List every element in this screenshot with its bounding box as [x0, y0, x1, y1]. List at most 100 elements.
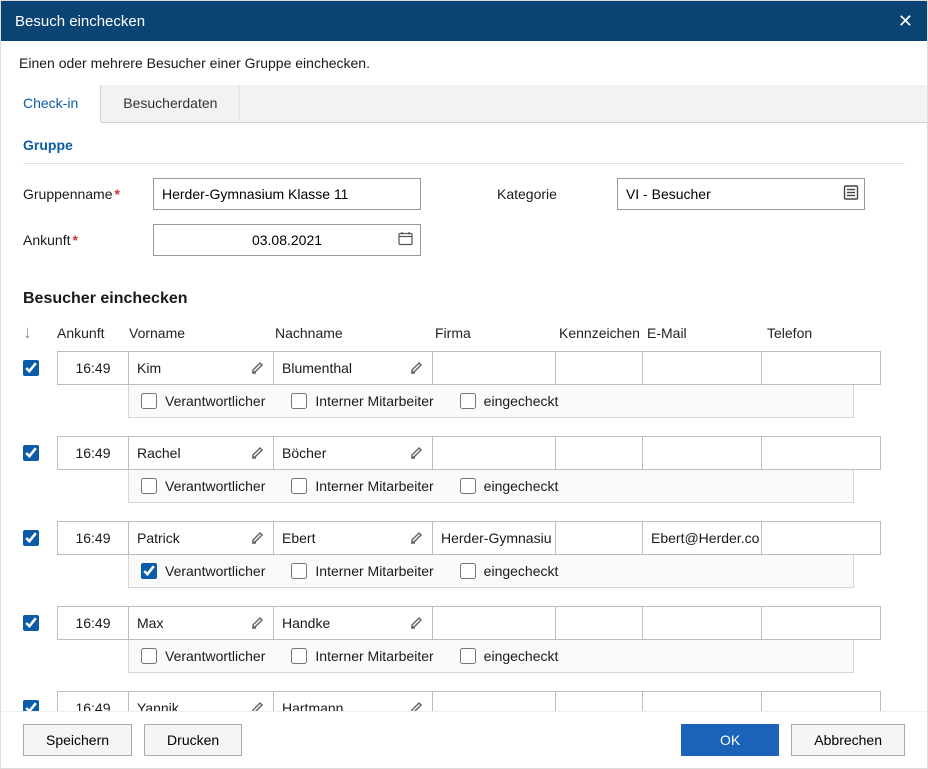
print-button[interactable]: Drucken [144, 724, 242, 756]
cell-company[interactable] [432, 436, 556, 470]
col-plate[interactable]: Kennzeichen [559, 325, 647, 341]
cell-phone[interactable] [761, 606, 881, 640]
select-category[interactable] [617, 178, 865, 210]
close-icon[interactable]: ✕ [898, 12, 913, 30]
dialog-scroll-pane[interactable]: Einen oder mehrere Besucher einer Gruppe… [1, 41, 927, 711]
col-company[interactable]: Firma [435, 325, 559, 341]
row-select-checkbox[interactable] [23, 445, 39, 461]
row-select-cell [23, 351, 57, 385]
checkbox-checkedin[interactable]: eingecheckt [460, 478, 559, 494]
dialog-footer: Speichern Drucken OK Abbrechen [1, 711, 927, 768]
checkbox-checkedin[interactable]: eingecheckt [460, 648, 559, 664]
cell-company[interactable] [432, 606, 556, 640]
checkbox-checkedin[interactable]: eingecheckt [460, 563, 559, 579]
checkbox-responsible[interactable]: Verantwortlicher [141, 393, 265, 409]
cell-phone[interactable] [761, 521, 881, 555]
checkbox-responsible[interactable]: Verantwortlicher [141, 648, 265, 664]
cell-plate[interactable] [555, 351, 643, 385]
cell-arrival[interactable]: 16:49 [57, 351, 129, 385]
cell-firstname[interactable]: Kim [128, 351, 274, 385]
row-arrival: Ankunft* [23, 224, 905, 256]
cell-firstname[interactable]: Rachel [128, 436, 274, 470]
col-email[interactable]: E-Mail [647, 325, 767, 341]
cell-lastname[interactable]: Blumenthal [273, 351, 433, 385]
edit-icon [251, 615, 265, 632]
cell-lastname[interactable]: Böcher [273, 436, 433, 470]
cell-firstname[interactable]: Max [128, 606, 274, 640]
dialog-title: Besuch einchecken [15, 13, 145, 30]
checkbox-internal[interactable]: Interner Mitarbeiter [291, 563, 433, 579]
checkbox-internal[interactable]: Interner Mitarbeiter [291, 648, 433, 664]
tab-checkin[interactable]: Check-in [1, 85, 101, 123]
cancel-button[interactable]: Abbrechen [791, 724, 905, 756]
sort-indicator[interactable]: ↓ [23, 322, 57, 343]
row-select-checkbox[interactable] [23, 700, 39, 711]
edit-icon [251, 700, 265, 712]
cell-plate[interactable] [555, 436, 643, 470]
cell-lastname[interactable]: Hartmann [273, 691, 433, 711]
tab-strip: Check-in Besucherdaten [1, 85, 927, 123]
cell-lastname[interactable]: Ebert [273, 521, 433, 555]
visitor-main-row: 16:49PatrickEbertHerder-Gymnasiu Ebert@He… [23, 521, 905, 555]
row-select-cell [23, 521, 57, 555]
row-select-cell [23, 691, 57, 711]
row-select-checkbox[interactable] [23, 615, 39, 631]
cell-plate[interactable] [555, 521, 643, 555]
dialog-content: Einen oder mehrere Besucher einer Gruppe… [1, 41, 927, 711]
checkbox-internal[interactable]: Interner Mitarbeiter [291, 478, 433, 494]
cell-company[interactable] [432, 351, 556, 385]
visitor-row: 16:49RachelBöcher Verantwortlicher Interne… [23, 436, 905, 503]
checkbox-responsible[interactable]: Verantwortlicher [141, 563, 265, 579]
checkbox-internal[interactable]: Interner Mitarbeiter [291, 393, 433, 409]
cell-arrival[interactable]: 16:49 [57, 521, 129, 555]
cell-arrival[interactable]: 16:49 [57, 606, 129, 640]
cell-email[interactable] [642, 351, 762, 385]
visitor-main-row: 16:49MaxHandke [23, 606, 905, 640]
cell-arrival[interactable]: 16:49 [57, 436, 129, 470]
cell-plate[interactable] [555, 691, 643, 711]
cell-email[interactable] [642, 606, 762, 640]
input-arrival-date[interactable] [153, 224, 421, 256]
cell-company[interactable]: Herder-Gymnasiu [432, 521, 556, 555]
row-select-checkbox[interactable] [23, 360, 39, 376]
cell-email[interactable] [642, 436, 762, 470]
select-category-wrap [617, 178, 865, 210]
visitor-main-row: 16:49KimBlumenthal [23, 351, 905, 385]
edit-icon [251, 445, 265, 462]
required-marker: * [115, 186, 120, 202]
cell-email[interactable] [642, 691, 762, 711]
col-phone[interactable]: Telefon [767, 325, 887, 341]
edit-icon [251, 530, 265, 547]
col-lastname[interactable]: Nachname [275, 325, 435, 341]
input-groupname[interactable] [153, 178, 421, 210]
tab-visitor-data[interactable]: Besucherdaten [101, 85, 240, 122]
col-arrival[interactable]: Ankunft [57, 325, 129, 341]
checkbox-responsible[interactable]: Verantwortlicher [141, 478, 265, 494]
visitor-row: 16:49PatrickEbertHerder-Gymnasiu Ebert@He… [23, 521, 905, 588]
cell-email[interactable]: Ebert@Herder.co [642, 521, 762, 555]
save-button[interactable]: Speichern [23, 724, 132, 756]
cell-phone[interactable] [761, 436, 881, 470]
dialog-window: Besuch einchecken ✕ Einen oder mehrere B… [0, 0, 928, 769]
cell-phone[interactable] [761, 691, 881, 711]
cell-phone[interactable] [761, 351, 881, 385]
cell-firstname[interactable]: Patrick [128, 521, 274, 555]
cell-company[interactable] [432, 691, 556, 711]
cell-plate[interactable] [555, 606, 643, 640]
ok-button[interactable]: OK [681, 724, 779, 756]
row-select-checkbox[interactable] [23, 530, 39, 546]
checkbox-checkedin[interactable]: eingecheckt [460, 393, 559, 409]
edit-icon [410, 445, 424, 462]
cell-firstname[interactable]: Yannik [128, 691, 274, 711]
visitor-grid: ↓ Ankunft Vorname Nachname Firma Kennzei… [1, 318, 927, 711]
edit-icon [410, 360, 424, 377]
row-groupname: Gruppenname* Kategorie [23, 178, 905, 210]
cell-lastname[interactable]: Handke [273, 606, 433, 640]
col-firstname[interactable]: Vorname [129, 325, 275, 341]
group-section-title: Gruppe [23, 137, 905, 153]
checkin-heading: Besucher einchecken [1, 284, 927, 318]
row-select-cell [23, 606, 57, 640]
visitor-sub-row: Verantwortlicher Interner Mitarbeiter eing… [128, 470, 854, 503]
cell-arrival[interactable]: 16:49 [57, 691, 129, 711]
label-arrival: Ankunft* [23, 232, 143, 248]
